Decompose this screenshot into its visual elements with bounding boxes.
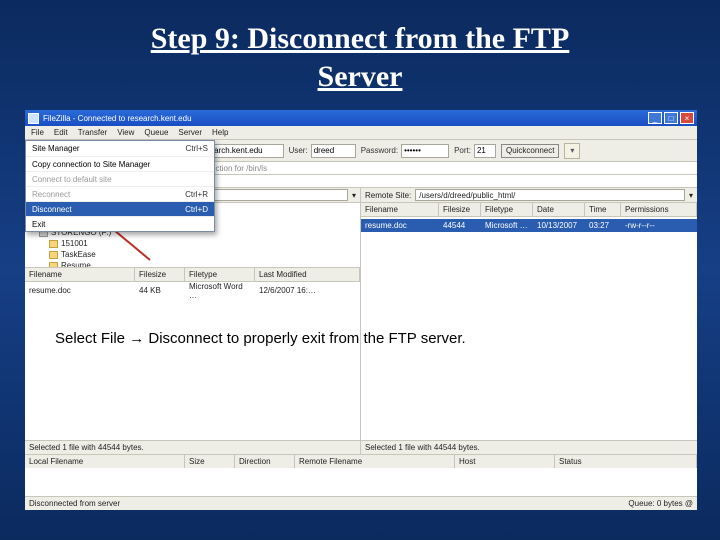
menubar: File Edit Transfer View Queue Server Hel… (25, 126, 697, 140)
menu-server[interactable]: Server (178, 128, 202, 137)
app-icon (28, 113, 39, 124)
password-input[interactable] (401, 144, 449, 158)
menu-view[interactable]: View (117, 128, 134, 137)
user-label: User: (289, 146, 308, 155)
chevron-down-icon[interactable]: ▾ (352, 191, 356, 200)
menu-transfer[interactable]: Transfer (78, 128, 108, 137)
remote-site-label: Remote Site: (365, 191, 411, 200)
menu-item-exit[interactable]: Exit (26, 216, 214, 231)
menu-help[interactable]: Help (212, 128, 228, 137)
file-menu-dropdown: Site ManagerCtrl+S Copy connection to Si… (25, 140, 215, 232)
titlebar[interactable]: FileZilla - Connected to research.kent.e… (25, 110, 697, 126)
folder-icon (49, 251, 58, 259)
slide-title: Step 9: Disconnect from the FTP Server (0, 0, 720, 103)
quickconnect-dropdown-icon[interactable]: ▾ (564, 143, 580, 159)
close-button[interactable]: × (680, 112, 694, 124)
remote-file-list[interactable]: resume.doc 44544 Microsoft … 10/13/2007 … (361, 217, 697, 440)
menu-item-disconnect[interactable]: DisconnectCtrl+D (26, 201, 214, 216)
remote-list-header[interactable]: Filename Filesize Filetype Date Time Per… (361, 203, 697, 217)
maximize-button[interactable]: □ (664, 112, 678, 124)
queue-list[interactable] (25, 468, 697, 496)
port-input[interactable] (474, 144, 496, 158)
queue-size: Queue: 0 bytes @ (628, 499, 693, 508)
minimize-button[interactable]: _ (648, 112, 662, 124)
menu-item-reconnect: ReconnectCtrl+R (26, 186, 214, 201)
remote-path-input[interactable]: /users/d/dreed/public_html/ (415, 189, 685, 201)
remote-status: Selected 1 file with 44544 bytes. (361, 440, 697, 454)
menu-file[interactable]: File (31, 128, 44, 137)
menu-item-site-manager[interactable]: Site ManagerCtrl+S (26, 141, 214, 156)
menu-queue[interactable]: Queue (144, 128, 168, 137)
queue-header[interactable]: Local Filename Size Direction Remote Fil… (25, 454, 697, 468)
menu-item-copy-connection[interactable]: Copy connection to Site Manager (26, 156, 214, 171)
file-row[interactable]: resume.doc 44 KB Microsoft Word … 12/6/2… (25, 284, 360, 297)
port-label: Port: (454, 146, 471, 155)
local-file-list[interactable]: resume.doc 44 KB Microsoft Word … 12/6/2… (25, 282, 360, 440)
user-input[interactable] (311, 144, 356, 158)
password-label: Password: (361, 146, 398, 155)
remote-panel: Remote Site: /users/d/dreed/public_html/… (361, 188, 697, 454)
connection-status: Disconnected from server (29, 499, 120, 508)
window-title: FileZilla - Connected to research.kent.e… (43, 114, 192, 123)
folder-icon (49, 240, 58, 248)
menu-edit[interactable]: Edit (54, 128, 68, 137)
local-list-header[interactable]: Filename Filesize Filetype Last Modified (25, 268, 360, 282)
slide-caption: Select File → Disconnect to properly exi… (55, 330, 466, 347)
local-status: Selected 1 file with 44544 bytes. (25, 440, 360, 454)
quickconnect-button[interactable]: Quickconnect (501, 144, 559, 158)
statusbar: Disconnected from server Queue: 0 bytes … (25, 496, 697, 510)
menu-item-connect-default: Connect to default site (26, 171, 214, 186)
file-row[interactable]: resume.doc 44544 Microsoft … 10/13/2007 … (361, 219, 697, 232)
chevron-down-icon[interactable]: ▾ (689, 191, 693, 200)
